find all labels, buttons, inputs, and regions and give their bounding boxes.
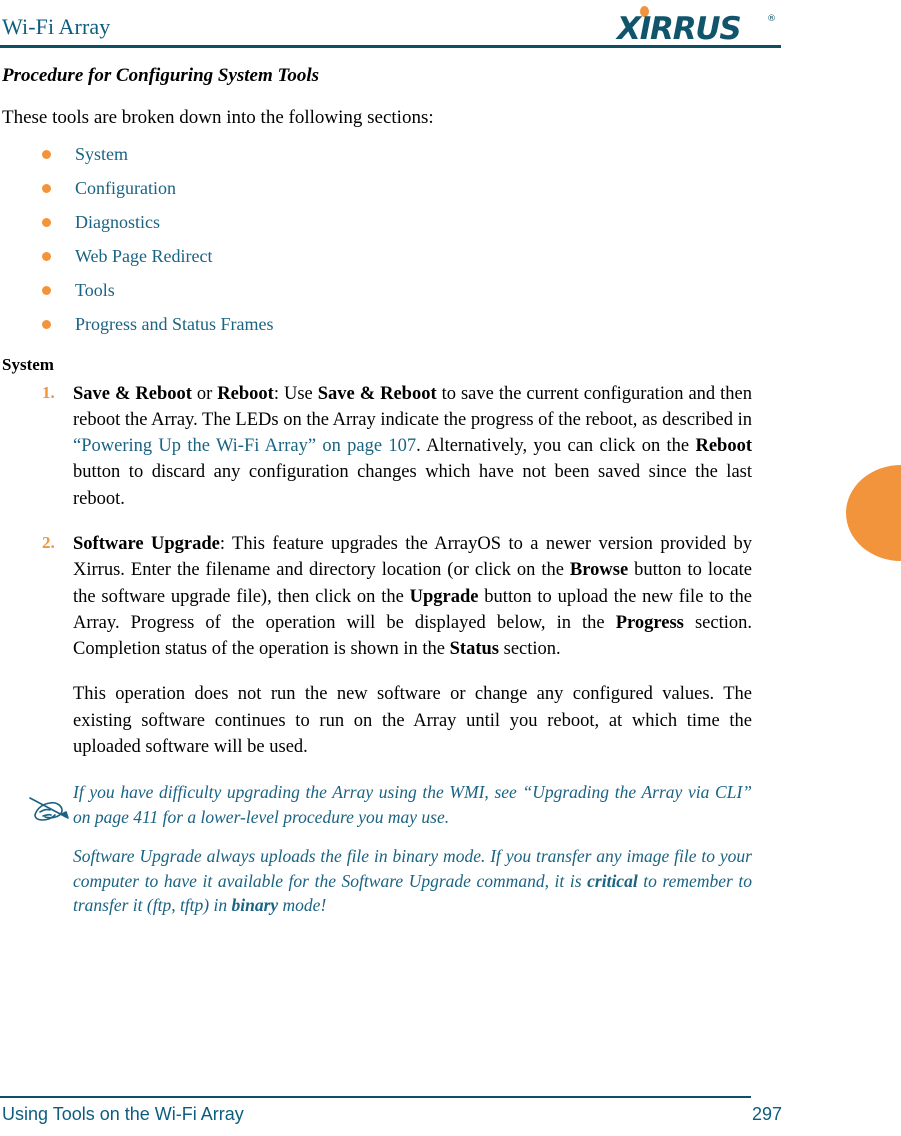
step-item: 1. Save & Reboot or Reboot: Use Save & R… bbox=[0, 381, 901, 512]
footer-chapter-title: Using Tools on the Wi-Fi Array bbox=[2, 1104, 244, 1124]
bullet-dot-icon bbox=[42, 183, 51, 193]
bullet-dot-icon bbox=[42, 285, 51, 295]
emphasis-bold: Save & Reboot bbox=[73, 383, 192, 404]
text-run: button to discard any configuration chan… bbox=[73, 462, 752, 509]
xirrus-logo: XIRRUS ® bbox=[617, 6, 782, 47]
bullet-dot-icon bbox=[42, 149, 51, 159]
emphasis-bold: Reboot bbox=[695, 436, 752, 457]
logo-trademark: ® bbox=[767, 14, 776, 24]
text-run: section. bbox=[499, 639, 561, 660]
emphasis-bold: Upgrade bbox=[409, 586, 479, 607]
emphasis-bold: Browse bbox=[569, 560, 629, 581]
step-number: 1. bbox=[42, 382, 55, 402]
bullet-label[interactable]: Tools bbox=[75, 280, 115, 300]
note-pen-icon bbox=[26, 790, 72, 824]
text-run: : Use bbox=[273, 383, 318, 404]
footer-page-number: 297 bbox=[752, 1104, 783, 1124]
list-item[interactable]: Configuration bbox=[0, 179, 901, 197]
bullet-dot-icon bbox=[42, 217, 51, 227]
bullet-label[interactable]: Progress and Status Frames bbox=[75, 314, 273, 334]
list-item[interactable]: Web Page Redirect bbox=[0, 247, 901, 265]
emphasis-bold: Software Upgrade bbox=[73, 533, 220, 554]
text-run: . Alternatively, you can click on the bbox=[416, 436, 696, 457]
step-item: 2. Software Upgrade: This feature upgrad… bbox=[0, 531, 901, 662]
bullet-dot-icon bbox=[42, 251, 51, 261]
numbered-step-list: 1. Save & Reboot or Reboot: Use Save & R… bbox=[0, 381, 901, 663]
step-body: Software Upgrade: This feature upgrades … bbox=[73, 534, 752, 659]
page-footer: Using Tools on the Wi-Fi Array 297 bbox=[0, 1088, 901, 1136]
text-run: mode! bbox=[278, 895, 327, 916]
intro-paragraph: These tools are broken down into the fol… bbox=[2, 107, 434, 128]
bullet-label[interactable]: System bbox=[75, 144, 128, 164]
note-callout: If you have difficulty upgrading the Arr… bbox=[0, 780, 901, 918]
text-run: or bbox=[191, 383, 218, 404]
list-item[interactable]: Tools bbox=[0, 281, 901, 299]
page-header: Wi-Fi Array XIRRUS ® bbox=[0, 0, 901, 52]
header-divider bbox=[0, 45, 781, 48]
bullet-label[interactable]: Configuration bbox=[75, 178, 176, 198]
emphasis-bold: Reboot bbox=[217, 383, 274, 404]
section-bullet-list: System Configuration Diagnostics Web Pag… bbox=[0, 145, 901, 333]
note-paragraph: Software Upgrade always uploads the file… bbox=[73, 844, 752, 919]
list-item[interactable]: System bbox=[0, 145, 901, 163]
emphasis-bold: Status bbox=[449, 639, 499, 660]
step-body: Save & Reboot or Reboot: Use Save & Rebo… bbox=[73, 384, 752, 509]
list-item[interactable]: Progress and Status Frames bbox=[0, 315, 901, 333]
emphasis-bold: Save & Reboot bbox=[317, 383, 437, 404]
emphasis-bold: critical bbox=[587, 870, 638, 891]
bullet-label[interactable]: Web Page Redirect bbox=[75, 246, 213, 266]
emphasis-bold: binary bbox=[231, 895, 279, 916]
bullet-label[interactable]: Diagnostics bbox=[75, 212, 160, 232]
page-content: Procedure for Configuring System Tools T… bbox=[0, 52, 901, 918]
follow-up-paragraph: This operation does not run the new soft… bbox=[73, 684, 752, 757]
section-heading: Procedure for Configuring System Tools bbox=[2, 65, 320, 86]
note-paragraph: If you have difficulty upgrading the Arr… bbox=[73, 780, 752, 830]
sub-heading: System bbox=[2, 354, 54, 374]
cross-reference-link[interactable]: “Powering Up the Wi-Fi Array” on page 10… bbox=[73, 436, 416, 456]
header-title: Wi-Fi Array bbox=[2, 14, 111, 39]
list-item[interactable]: Diagnostics bbox=[0, 213, 901, 231]
text-run: If you have difficulty upgrading the Arr… bbox=[73, 782, 752, 827]
logo-wordmark: XIRRUS bbox=[617, 11, 742, 47]
document-page: Wi-Fi Array XIRRUS ® Procedure for Confi… bbox=[0, 0, 901, 1136]
bullet-dot-icon bbox=[42, 319, 51, 329]
footer-divider bbox=[0, 1096, 751, 1098]
step-number: 2. bbox=[42, 532, 55, 552]
emphasis-bold: Progress bbox=[615, 612, 684, 633]
